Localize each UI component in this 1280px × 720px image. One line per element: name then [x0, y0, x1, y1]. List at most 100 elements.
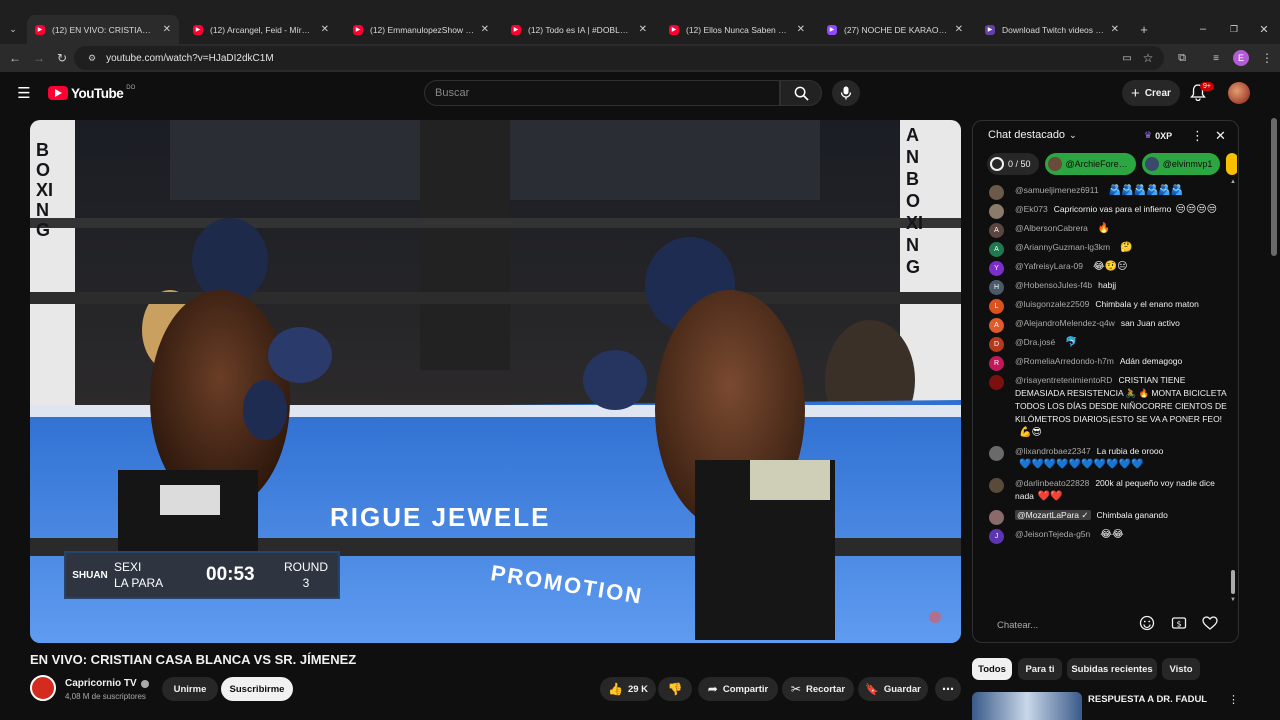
avatar[interactable] — [989, 204, 1004, 219]
dislike-button[interactable]: 👎 — [658, 677, 692, 701]
chat-author[interactable]: @luisgonzalez2509 — [1015, 299, 1089, 309]
avatar[interactable]: D — [989, 337, 1004, 352]
create-button[interactable]: + Crear — [1122, 80, 1180, 106]
recommended-thumbnail[interactable] — [972, 692, 1082, 720]
recommended-more-icon[interactable]: ⋮ — [1228, 693, 1239, 706]
avatar[interactable]: J — [989, 529, 1004, 544]
chat-goal-pill[interactable]: 0 / 50 — [987, 153, 1039, 175]
subscribe-button[interactable]: Suscribirme — [221, 677, 293, 701]
chat-mode-dropdown[interactable]: Chat destacado ⌄ — [988, 129, 1077, 141]
close-tab-icon[interactable]: ✕ — [321, 24, 329, 35]
chat-author[interactable]: @MozartLaPara ✓ — [1015, 510, 1091, 520]
chat-message[interactable]: @samueljimenez6911 🫂🫂🫂🫂🫂🫂 — [973, 181, 1231, 200]
address-bar[interactable]: ⚙ youtube.com/watch?v=HJaDI2dkC1M — [74, 46, 1164, 70]
chat-author[interactable]: @AriannyGuzman-lg3km — [1015, 242, 1110, 252]
reload-icon[interactable]: ↻ — [55, 51, 69, 65]
maximize-button[interactable]: ❐ — [1227, 22, 1241, 36]
back-icon[interactable]: ← — [8, 51, 22, 65]
notifications-button[interactable]: 9+ — [1190, 82, 1214, 102]
hamburger-menu-icon[interactable]: ☰ — [16, 85, 32, 102]
chat-message[interactable]: H @HobensoJules-f4b habjj — [973, 276, 1231, 295]
avatar[interactable] — [989, 446, 1004, 461]
chat-author[interactable]: @YafreisyLara-09 — [1015, 261, 1083, 271]
close-tab-icon[interactable]: ✕ — [1111, 24, 1119, 35]
like-button[interactable]: 👍 29 K — [600, 677, 656, 701]
account-avatar[interactable] — [1228, 82, 1250, 104]
filter-chip-watched[interactable]: Visto — [1162, 658, 1200, 680]
xp-badge[interactable]: ♛ 0XP — [1144, 130, 1172, 141]
filter-chip-recent[interactable]: Subidas recientes — [1067, 658, 1157, 680]
filter-chip-all[interactable]: Todos — [972, 658, 1012, 680]
chat-options-icon[interactable]: ⋮ — [1191, 128, 1204, 144]
profile-avatar[interactable]: E — [1233, 50, 1249, 66]
channel-name[interactable]: Capricornio TV — [65, 678, 149, 689]
chat-message[interactable]: D @Dra.josé 🐬 — [973, 333, 1231, 352]
chat-author[interactable]: @lixandrobaez2347 — [1015, 446, 1091, 456]
save-button[interactable]: 🔖 Guardar — [858, 677, 928, 701]
chat-author[interactable]: @samueljimenez6911 — [1015, 185, 1099, 195]
browser-tab[interactable]: ▶ (27) NOCHE DE KARAOKE!!!!!! … ✕ — [819, 15, 971, 44]
avatar[interactable]: Y — [989, 261, 1004, 276]
minimize-button[interactable]: – — [1196, 22, 1210, 36]
close-tab-icon[interactable]: ✕ — [639, 24, 647, 35]
avatar[interactable]: L — [989, 299, 1004, 314]
chat-message[interactable]: @MozartLaPara ✓ Chimbala ganando — [973, 506, 1231, 525]
close-tab-icon[interactable]: ✕ — [797, 24, 805, 35]
chat-author[interactable]: @Dra.josé — [1015, 337, 1055, 347]
share-button[interactable]: ➦ Compartir — [698, 677, 778, 701]
chat-author[interactable]: @RomeliaArredondo-h7m — [1015, 356, 1114, 366]
avatar[interactable] — [989, 185, 1004, 200]
like-chat-button[interactable] — [1202, 615, 1220, 633]
chat-pill-user[interactable]: @ArchieFore… — [1044, 153, 1136, 175]
chat-author[interactable]: @AlejandroMelendez-q4w — [1015, 318, 1115, 328]
recommended-title[interactable]: RESPUESTA A DR. FADUL — [1088, 694, 1207, 705]
new-tab-button[interactable]: + — [1137, 22, 1151, 37]
emoji-button[interactable] — [1139, 615, 1157, 633]
channel-avatar[interactable] — [30, 675, 56, 701]
browser-tab[interactable]: ▶ (12) EN VIVO: CRISTIAN CA… ✕ — [27, 15, 179, 44]
super-chat-button[interactable]: $ — [1171, 615, 1189, 633]
browser-tab[interactable]: ▶ (12) EmmanulopezShow - YouT… ✕ — [345, 15, 497, 44]
close-chat-icon[interactable]: ✕ — [1215, 128, 1226, 144]
chat-message[interactable]: R @RomeliaArredondo-h7m Adán demagogo — [973, 352, 1231, 371]
chat-message[interactable]: J @JeisonTejeda-g5n 😂😂 — [973, 525, 1231, 544]
clip-button[interactable]: ✂ Recortar — [782, 677, 854, 701]
site-info-icon[interactable]: ⚙ — [88, 53, 96, 64]
chat-author[interactable]: @Ek073 — [1015, 204, 1048, 214]
search-input[interactable]: Buscar — [424, 80, 780, 106]
forward-icon[interactable]: → — [32, 51, 46, 65]
extensions-icon[interactable]: ⧉ — [1175, 51, 1189, 65]
chat-author[interactable]: @AlbersonCabrera — [1015, 223, 1088, 233]
chat-pill-user[interactable]: @elvinmvp1 — [1141, 153, 1221, 175]
page-scrollbar[interactable] — [1270, 118, 1278, 720]
chat-pill-more[interactable] — [1226, 153, 1237, 175]
avatar[interactable]: H — [989, 280, 1004, 295]
chat-author[interactable]: @HobensoJules-f4b — [1015, 280, 1092, 290]
chat-author[interactable]: @risayentretenimientoRD — [1015, 375, 1112, 385]
tab-search-icon[interactable]: ⌄ — [6, 22, 20, 36]
chat-scroll-up[interactable]: ▲ — [1230, 179, 1236, 185]
avatar[interactable] — [989, 510, 1004, 525]
chat-message[interactable]: A @AriannyGuzman-lg3km 🤔 — [973, 238, 1231, 257]
chat-scroll-thumb[interactable] — [1231, 570, 1235, 594]
chat-message[interactable]: Y @YafreisyLara-09 😂🤨😑 — [973, 257, 1231, 276]
browser-menu-icon[interactable]: ⋮ — [1260, 51, 1274, 65]
chat-message[interactable]: L @luisgonzalez2509 Chimbala y el enano ma… — [973, 295, 1231, 314]
browser-tab[interactable]: ▶ Download Twitch videos online… ✕ — [977, 15, 1127, 44]
search-button[interactable] — [780, 80, 822, 106]
youtube-logo[interactable]: YouTube DO — [48, 84, 135, 102]
close-tab-icon[interactable]: ✕ — [163, 24, 171, 35]
voice-search-button[interactable] — [832, 80, 860, 106]
more-actions-button[interactable]: ⋯ — [935, 677, 961, 701]
media-controls-icon[interactable]: ≡ — [1209, 51, 1223, 65]
chat-input[interactable]: Chatear... — [987, 614, 1147, 636]
page-scroll-thumb[interactable] — [1271, 118, 1277, 256]
chat-message[interactable]: A @AlejandroMelendez-q4w san Juan activo — [973, 314, 1231, 333]
avatar[interactable]: R — [989, 356, 1004, 371]
chat-message[interactable]: @darlinbeato22828 200k al pequeño voy nad… — [973, 474, 1231, 506]
chat-scroll-down[interactable]: ▼ — [1230, 597, 1236, 603]
browser-tab[interactable]: ▶ (12) Todo es IA | #DOBLAO - Yo… ✕ — [503, 15, 655, 44]
install-app-icon[interactable]: ▭ — [1120, 51, 1134, 65]
avatar[interactable]: A — [989, 242, 1004, 257]
avatar[interactable] — [989, 478, 1004, 493]
